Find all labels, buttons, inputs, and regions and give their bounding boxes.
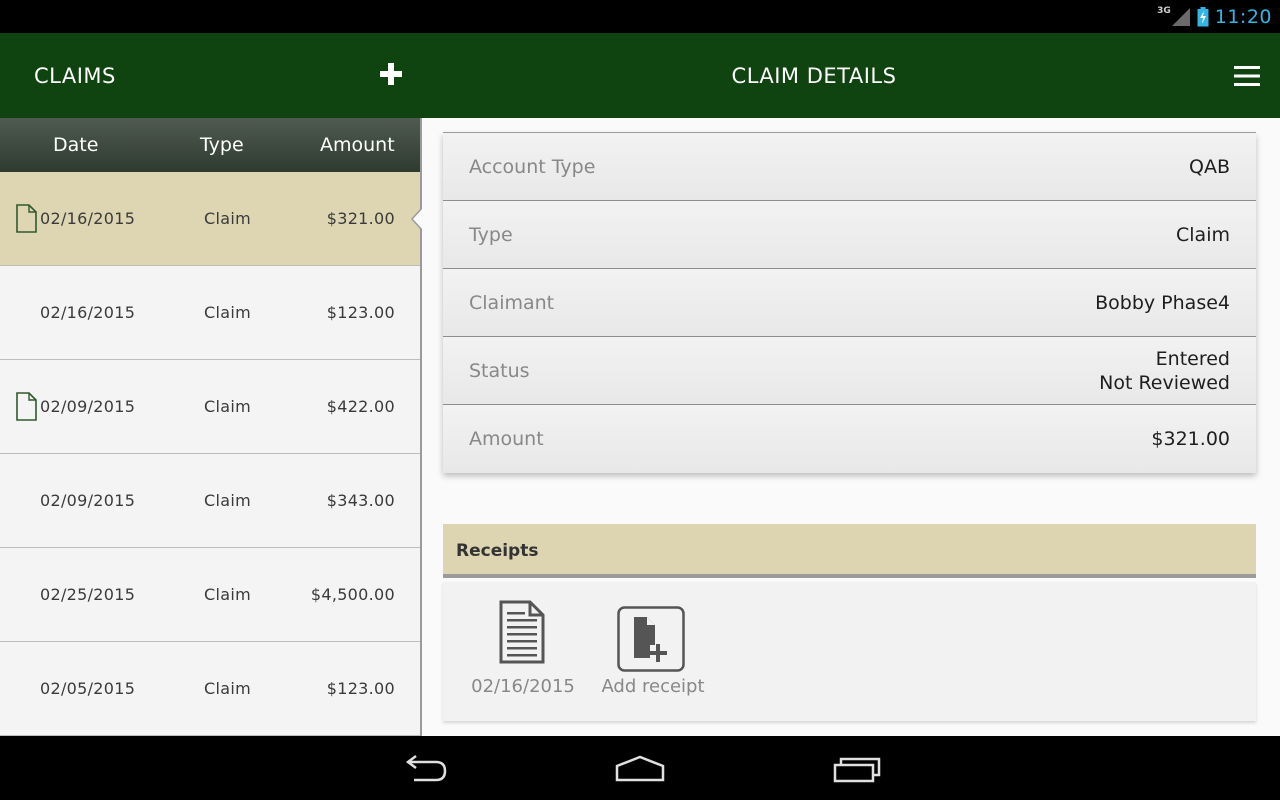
status-clock: 11:20 [1214,5,1272,28]
detail-row-account-type: Account Type QAB [443,133,1256,201]
add-claim-icon[interactable] [376,59,406,89]
detail-row-amount: Amount $321.00 [443,405,1256,473]
back-icon[interactable] [400,754,448,784]
claim-row[interactable]: 02/05/2015 Claim $123.00 [0,642,421,736]
column-header-type[interactable]: Type [200,118,244,172]
claim-amount: $321.00 [326,209,395,228]
claim-type: Claim [204,303,251,322]
claim-type: Claim [204,209,251,228]
claim-date: 02/16/2015 [40,209,136,228]
signal-strength-icon [1171,7,1190,26]
detail-value: QAB [1189,156,1230,178]
claim-row[interactable]: 02/09/2015 Claim $422.00 [0,360,421,454]
claim-amount: $422.00 [326,397,395,416]
receipts-header: Receipts [443,524,1256,578]
battery-charging-icon [1197,6,1209,26]
claim-amount: $123.00 [326,679,395,698]
recent-apps-icon[interactable] [832,754,884,784]
claim-date: 02/16/2015 [40,303,136,322]
action-bar: CLAIMS CLAIM DETAILS [0,33,1280,118]
detail-row-claimant: Claimant Bobby Phase4 [443,269,1256,337]
claims-list-header: Date Type Amount [0,118,421,172]
home-icon[interactable] [614,754,666,784]
claim-amount: $4,500.00 [310,585,395,604]
add-receipt-label: Add receipt [601,676,705,697]
menu-icon[interactable] [1233,63,1261,89]
claims-title: CLAIMS [34,64,116,88]
column-header-amount[interactable]: Amount [320,118,395,172]
detail-value: Claim [1176,224,1230,246]
claim-date: 02/09/2015 [40,397,136,416]
detail-value: Bobby Phase4 [1095,292,1230,314]
claim-type: Claim [204,585,251,604]
document-icon [16,392,37,421]
detail-label: Claimant [469,292,555,314]
claim-date: 02/25/2015 [40,585,136,604]
claims-list-pane: Date Type Amount 02/16/2015 Claim $321.0… [0,118,421,736]
document-icon [16,204,37,233]
detail-label: Account Type [469,156,596,178]
claim-details-pane: Account Type QAB Type Claim Claimant Bob… [422,118,1280,736]
claim-row-selected[interactable]: 02/16/2015 Claim $321.00 [0,172,421,266]
receipt-document-icon [499,600,545,664]
detail-row-type: Type Claim [443,201,1256,269]
receipts-title: Receipts [456,541,539,561]
detail-label: Status [469,360,530,382]
claim-type: Claim [204,679,251,698]
details-card: Account Type QAB Type Claim Claimant Bob… [443,132,1256,473]
detail-value: $321.00 [1151,428,1230,450]
column-header-date[interactable]: Date [53,118,98,172]
claim-row[interactable]: 02/25/2015 Claim $4,500.00 [0,548,421,642]
detail-label: Amount [469,428,544,450]
claim-type: Claim [204,491,251,510]
status-line-1: Entered [1155,348,1230,370]
status-line-2: Not Reviewed [1099,372,1230,394]
detail-row-status: Status Entered Not Reviewed [443,337,1256,405]
receipts-panel: 02/16/2015 Add receipt [443,582,1256,721]
claim-date: 02/09/2015 [40,491,136,510]
claim-date: 02/05/2015 [40,679,136,698]
claim-type: Claim [204,397,251,416]
status-bar: 3G 11:20 [0,0,1280,33]
claim-row[interactable]: 02/09/2015 Claim $343.00 [0,454,421,548]
claim-row[interactable]: 02/16/2015 Claim $123.00 [0,266,421,360]
detail-value-status: Entered Not Reviewed [1099,347,1230,395]
network-type-label: 3G [1157,5,1171,16]
navigation-bar [0,736,1280,800]
claim-amount: $123.00 [326,303,395,322]
claim-amount: $343.00 [326,491,395,510]
add-receipt-icon [617,606,685,672]
detail-label: Type [469,224,513,246]
claim-details-title: CLAIM DETAILS [731,64,897,88]
status-icons: 3G 11:20 [1157,4,1272,29]
